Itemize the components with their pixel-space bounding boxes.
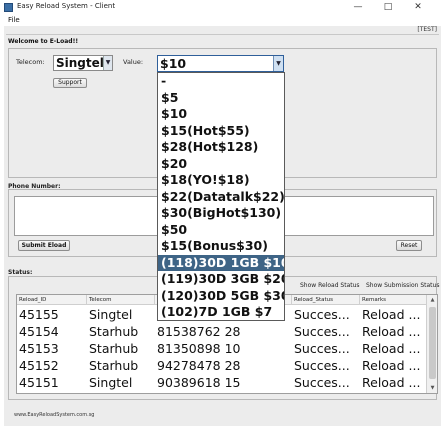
reset-button[interactable]: Reset	[396, 240, 422, 251]
dropdown-option[interactable]: (119)30D 3GB $20	[158, 271, 284, 288]
close-button[interactable]: ✕	[405, 0, 431, 16]
dropdown-option[interactable]: $10	[158, 106, 284, 123]
table-scrollbar[interactable]: ▲ ▼	[426, 295, 437, 393]
welcome-text: Welcome to E-Load!!	[8, 38, 79, 45]
table-row[interactable]: 45154 Starhub 81538762 28 Succes... Reload .…	[17, 323, 427, 340]
menu-file[interactable]: File	[8, 16, 20, 24]
table-cell-telecom: Starhub	[89, 341, 139, 356]
column-header[interactable]: Reload_ID	[17, 295, 87, 305]
test-tag: [TEST]	[417, 26, 437, 33]
table-cell-id: 45154	[19, 324, 59, 339]
table-cell-status: Succes...	[294, 307, 350, 322]
submit-eload-button[interactable]: Submit Eload	[18, 240, 70, 251]
table-cell-id: 45151	[19, 375, 59, 390]
dropdown-option[interactable]: $30(BigHot$130)	[158, 205, 284, 222]
table-cell-telecom: Starhub	[89, 324, 139, 339]
chevron-down-icon[interactable]: ▼	[273, 56, 283, 71]
dropdown-option[interactable]: $5	[158, 90, 284, 107]
show-submission-status-button[interactable]: Show Submission Status	[366, 282, 439, 289]
table-cell-remarks: Reload ...	[362, 375, 421, 390]
support-button[interactable]: Support	[53, 78, 87, 88]
telecom-label: Telecom:	[16, 58, 45, 66]
table-row[interactable]: 45153 Starhub 81350898 10 Succes... Reload .…	[17, 340, 427, 357]
dropdown-option[interactable]: (118)30D 1GB $10	[158, 254, 284, 271]
footer-url: www.EasyReloadSystem.com.sg	[14, 412, 95, 418]
scroll-up-icon[interactable]: ▲	[427, 295, 437, 305]
scroll-down-icon[interactable]: ▼	[427, 383, 437, 393]
table-cell-telecom: Starhub	[89, 358, 139, 373]
table-cell-remarks: Reload ...	[362, 341, 421, 356]
table-cell-id: 45153	[19, 341, 59, 356]
table-cell-phone: 94278478 28	[157, 358, 241, 373]
telecom-select[interactable]: Singtel ▼	[53, 55, 113, 71]
dropdown-option[interactable]: $15(Hot$55)	[158, 123, 284, 140]
table-cell-status: Succes...	[294, 324, 350, 339]
value-dropdown-list: - $5 $10 $15(Hot$55) $28(Hot$128) $20 $18(YO!$…	[157, 72, 285, 321]
telecom-value: Singtel	[56, 56, 104, 70]
dropdown-option[interactable]: -	[158, 73, 284, 90]
column-header[interactable]: Reload_Status	[292, 295, 360, 305]
menu-bar: File	[0, 16, 445, 26]
table-cell-telecom: Singtel	[89, 307, 133, 322]
table-cell-remarks: Reload ...	[362, 358, 421, 373]
table-cell-id: 45155	[19, 307, 59, 322]
dropdown-option[interactable]: $22(Datatalk$22)	[158, 189, 284, 206]
dropdown-option[interactable]: $28(Hot$128)	[158, 139, 284, 156]
minimize-button[interactable]: —	[345, 0, 371, 16]
column-header[interactable]: Remarks	[360, 295, 427, 305]
show-reload-status-button[interactable]: Show Reload Status	[300, 282, 360, 289]
dropdown-option[interactable]: $20	[158, 156, 284, 173]
title-bar: Easy Reload System - Client — □ ✕	[0, 0, 445, 16]
value-selected: $10	[160, 56, 187, 71]
table-cell-id: 45152	[19, 358, 59, 373]
dropdown-option[interactable]: $50	[158, 222, 284, 239]
value-label: Value:	[123, 58, 144, 66]
table-cell-status: Succes...	[294, 375, 350, 390]
table-row[interactable]: 45152 Starhub 94278478 28 Succes... Reload .…	[17, 357, 427, 374]
table-cell-status: Succes...	[294, 341, 350, 356]
maximize-button[interactable]: □	[375, 0, 401, 16]
table-row[interactable]: 45151 Singtel 90389618 15 Succes... Reload .…	[17, 374, 427, 391]
divider	[6, 34, 439, 35]
table-cell-telecom: Singtel	[89, 375, 133, 390]
chevron-down-icon[interactable]: ▼	[103, 56, 112, 70]
column-header[interactable]: Telecom	[87, 295, 155, 305]
dropdown-option[interactable]: $15(Bonus$30)	[158, 238, 284, 255]
table-cell-remarks: Reload ...	[362, 307, 421, 322]
dropdown-option[interactable]: $18(YO!$18)	[158, 172, 284, 189]
table-cell-remarks: Reload ...	[362, 324, 421, 339]
table-cell-phone: 81350898 10	[157, 341, 241, 356]
status-label: Status:	[8, 269, 33, 276]
table-cell-phone: 90389618 15	[157, 375, 241, 390]
scroll-thumb[interactable]	[429, 307, 436, 379]
dropdown-option[interactable]: (102)7D 1GB $7	[158, 304, 284, 320]
app-icon	[4, 3, 13, 12]
table-cell-status: Succes...	[294, 358, 350, 373]
dropdown-option[interactable]: (120)30D 5GB $30	[158, 288, 284, 305]
window-title: Easy Reload System - Client	[17, 2, 116, 10]
table-cell-phone: 81538762 28	[157, 324, 241, 339]
value-select[interactable]: $10 ▼	[157, 55, 284, 72]
